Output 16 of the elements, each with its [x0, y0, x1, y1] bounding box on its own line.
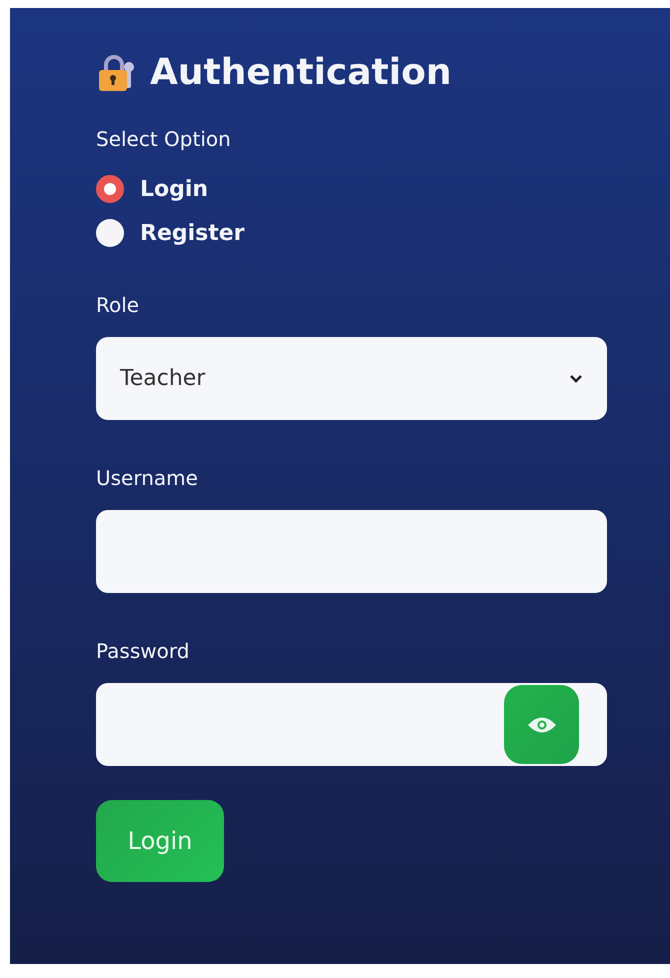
field-label: Password	[96, 639, 190, 663]
password-field[interactable]	[96, 683, 607, 766]
role-select[interactable]: Teacher	[96, 337, 607, 420]
eye-icon	[526, 716, 556, 734]
field-label: Username	[96, 466, 198, 490]
field-label: Select Option	[96, 127, 231, 151]
page-title: Authentication	[150, 52, 452, 93]
show-password-button[interactable]	[504, 685, 579, 764]
field-label: Role	[96, 293, 140, 317]
radio-label[interactable]: Register	[140, 220, 245, 246]
username-field[interactable]	[96, 510, 607, 593]
padlock-icon	[96, 52, 136, 92]
radio-label[interactable]: Login	[140, 176, 208, 202]
radio-button[interactable]	[96, 219, 124, 247]
chevron-down-icon	[569, 374, 583, 384]
radio-button[interactable]	[96, 175, 124, 203]
